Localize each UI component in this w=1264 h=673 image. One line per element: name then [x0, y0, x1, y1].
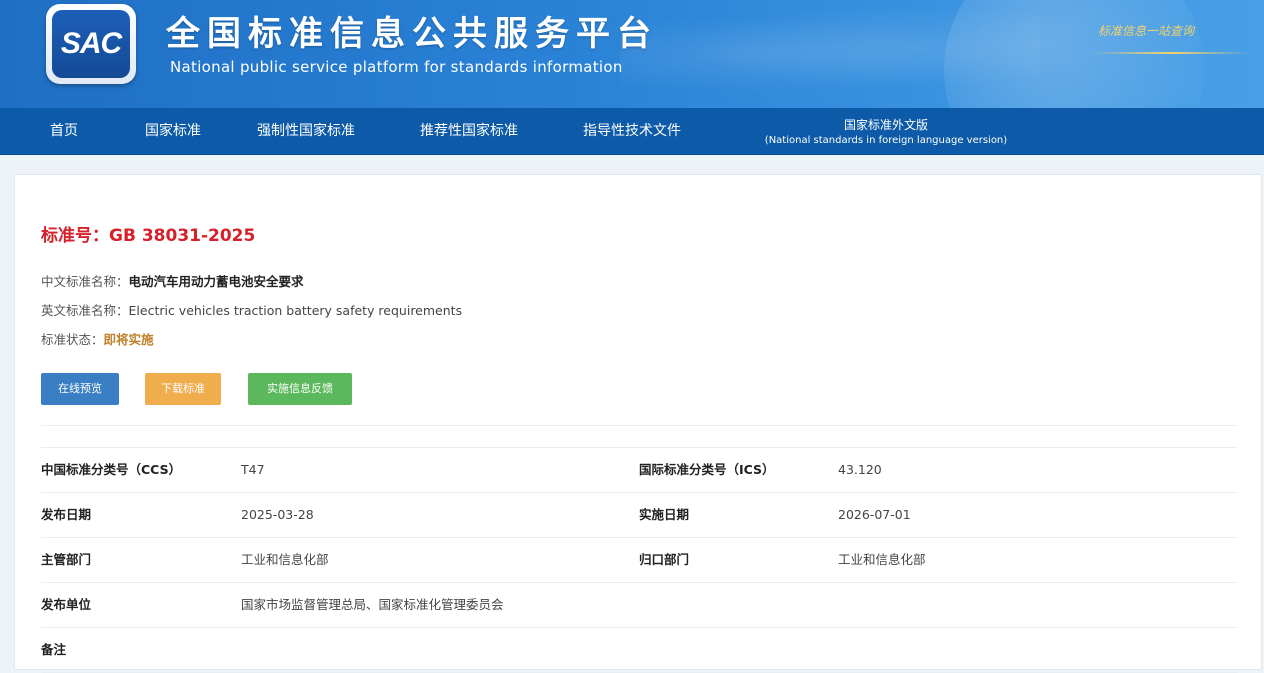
ccs-label: 中国标准分类号（CCS）: [41, 462, 182, 477]
main-nav: 首页 国家标准 强制性国家标准 推荐性国家标准 指导性技术文件 国家标准外文版 …: [0, 108, 1264, 155]
standard-number-label: 标准号：: [41, 226, 109, 246]
competent-dept-label: 主管部门: [41, 552, 92, 567]
nav-mandatory-standards[interactable]: 强制性国家标准: [257, 108, 355, 154]
competent-dept-value: 工业和信息化部: [241, 552, 329, 567]
publish-date-label: 发布日期: [41, 507, 92, 522]
publisher-value: 国家市场监督管理总局、国家标准化管理委员会: [241, 597, 504, 612]
feedback-button[interactable]: 实施信息反馈: [248, 373, 352, 405]
section-divider: [41, 425, 1237, 426]
detail-row: 发布日期 2025-03-28 实施日期 2026-07-01: [41, 493, 1237, 538]
nav-foreign-label-en: (National standards in foreign language …: [764, 135, 1008, 146]
implement-date-value: 2026-07-01: [838, 507, 911, 522]
nav-national-standards[interactable]: 国家标准: [145, 108, 201, 154]
standard-number: 标准号：GB 38031-2025: [41, 221, 255, 246]
globe-decoration: [944, 0, 1204, 108]
nav-foreign-language-standards[interactable]: 国家标准外文版 (National standards in foreign l…: [745, 116, 1027, 154]
detail-row: 发布单位 国家市场监督管理总局、国家标准化管理委员会: [41, 583, 1237, 628]
publisher-label: 发布单位: [41, 597, 92, 612]
nav-guidance-documents[interactable]: 指导性技术文件: [583, 108, 681, 154]
standard-detail-card: 标准号：GB 38031-2025 中文标准名称：电动汽车用动力蓄电池安全要求 …: [14, 174, 1262, 673]
header-banner: SAC 全国标准信息公共服务平台 National public service…: [0, 0, 1264, 108]
download-standard-button[interactable]: 下载标准: [145, 373, 221, 405]
site-title-cn: 全国标准信息公共服务平台: [166, 14, 658, 54]
online-preview-button[interactable]: 在线预览: [41, 373, 119, 405]
ics-value: 43.120: [838, 462, 882, 477]
sac-logo-text: SAC: [52, 10, 130, 78]
ccs-value: T47: [241, 462, 265, 477]
cn-name-line: 中文标准名称：电动汽车用动力蓄电池安全要求: [41, 271, 304, 290]
status-line: 标准状态：即将实施: [41, 329, 154, 348]
nav-home[interactable]: 首页: [50, 108, 78, 154]
detail-row: 备注: [41, 628, 1237, 673]
en-name-value: Electric vehicles traction battery safet…: [128, 303, 463, 318]
implement-date-label: 实施日期: [639, 507, 690, 522]
detail-row: 中国标准分类号（CCS） T47 国际标准分类号（ICS） 43.120: [41, 448, 1237, 493]
slogan: 标准信息一站查询: [1098, 24, 1195, 38]
site-title-en: National public service platform for sta…: [170, 58, 623, 76]
en-name-line: 英文标准名称：Electric vehicles traction batter…: [41, 300, 462, 319]
en-name-label: 英文标准名称：: [41, 303, 129, 318]
nav-recommended-standards[interactable]: 推荐性国家标准: [420, 108, 518, 154]
centralized-dept-value: 工业和信息化部: [838, 552, 926, 567]
standard-number-value: GB 38031-2025: [109, 226, 256, 246]
nav-foreign-label-cn: 国家标准外文版: [843, 118, 928, 132]
ics-label: 国际标准分类号（ICS）: [639, 462, 775, 477]
centralized-dept-label: 归口部门: [639, 552, 690, 567]
status-label: 标准状态：: [41, 332, 104, 347]
status-badge: 即将实施: [103, 332, 154, 347]
remarks-label: 备注: [41, 642, 67, 657]
cn-name-label: 中文标准名称：: [41, 274, 129, 289]
cn-name-value: 电动汽车用动力蓄电池安全要求: [128, 274, 304, 289]
detail-row: 主管部门 工业和信息化部 归口部门 工业和信息化部: [41, 538, 1237, 583]
sac-logo[interactable]: SAC: [46, 4, 136, 84]
slogan-underline: [1090, 52, 1250, 54]
publish-date-value: 2025-03-28: [241, 507, 314, 522]
